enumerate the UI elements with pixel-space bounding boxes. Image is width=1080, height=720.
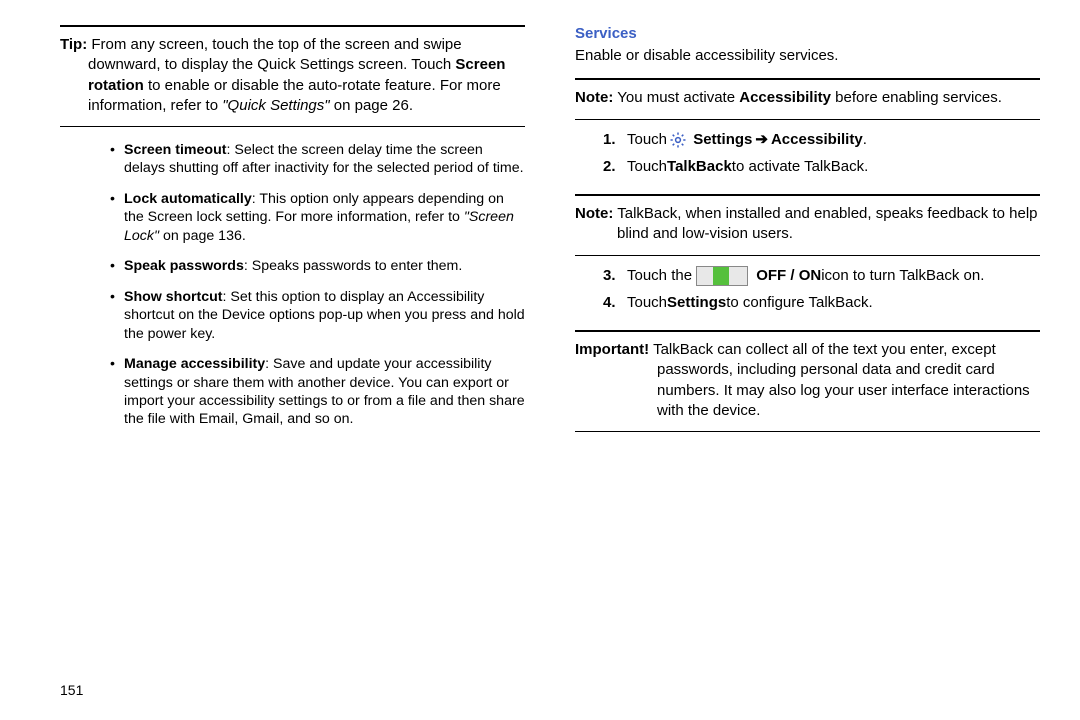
- step-number: 3.: [603, 266, 627, 286]
- step-tail: to configure TalkBack.: [726, 293, 872, 313]
- divider: [575, 255, 1040, 256]
- list-item: Screen timeout: Select the screen delay …: [110, 141, 525, 178]
- arrow-icon: ➔: [755, 130, 768, 150]
- bullet-bold: Manage accessibility: [124, 356, 265, 372]
- step-pre: Touch: [627, 130, 667, 150]
- step-tail: to activate TalkBack.: [732, 157, 868, 177]
- tip-block: Tip: From any screen, touch the top of t…: [60, 31, 525, 122]
- list-item: Lock automatically: This option only app…: [110, 190, 525, 245]
- step-pre: Touch: [627, 157, 667, 177]
- step-number: 4.: [603, 293, 627, 313]
- bullet-text: : Speaks passwords to enter them.: [244, 258, 462, 274]
- important-text: TalkBack can collect all of the text you…: [649, 341, 1030, 419]
- step-bold2: Accessibility: [771, 130, 863, 150]
- note-tail: before enabling services.: [831, 89, 1002, 106]
- list-item: 3. Touch the OFF / ON icon to turn TalkB…: [603, 266, 984, 286]
- note-label: Note:: [575, 89, 613, 106]
- tip-text1: From any screen, touch the top of the sc…: [87, 36, 461, 73]
- step-pre: Touch the: [627, 266, 692, 286]
- important-block: Important! TalkBack can collect all of t…: [575, 336, 1040, 427]
- note-bold: Accessibility: [739, 89, 831, 106]
- note-block: Note: You must activate Accessibility be…: [575, 84, 1040, 114]
- section-title: Services: [575, 25, 1040, 42]
- divider: [575, 330, 1040, 332]
- gear-icon: [669, 131, 687, 149]
- note-label: Note:: [575, 205, 613, 222]
- bullet-bold: Screen timeout: [124, 142, 227, 158]
- bullet-bold: Lock automatically: [124, 191, 252, 207]
- note-text: You must activate: [613, 89, 739, 106]
- tip-italic1: "Quick Settings": [222, 97, 329, 114]
- divider: [575, 431, 1040, 432]
- page-number: 151: [60, 682, 83, 698]
- step-bold1: Settings: [693, 130, 752, 150]
- bullet-bold: Speak passwords: [124, 258, 244, 274]
- list-item: Speak passwords: Speaks passwords to ent…: [110, 257, 525, 275]
- list-item: 4. Touch Settings to configure TalkBack.: [603, 293, 873, 313]
- note-text: TalkBack, when installed and enabled, sp…: [613, 205, 1037, 242]
- right-column: Services Enable or disable accessibility…: [575, 25, 1040, 441]
- bullet-list: Screen timeout: Select the screen delay …: [60, 141, 525, 429]
- step-number: 1.: [603, 130, 627, 150]
- list-item: 1. Touch Settings ➔ Accessibility.: [603, 130, 867, 150]
- step-bold: OFF / ON: [756, 266, 821, 286]
- tip-label: Tip:: [60, 36, 87, 53]
- note-block: Note: TalkBack, when installed and enabl…: [575, 200, 1040, 251]
- intro-text: Enable or disable accessibility services…: [575, 46, 1040, 66]
- step-bold: TalkBack: [667, 157, 732, 177]
- divider: [60, 126, 525, 127]
- step-bold: Settings: [667, 293, 726, 313]
- step-list: 1. Touch Settings ➔ Accessibility. 2. To…: [575, 130, 1040, 185]
- tip-text3: on page 26.: [330, 97, 413, 114]
- list-item: 2. Touch TalkBack to activate TalkBack.: [603, 157, 868, 177]
- step-tail: icon to turn TalkBack on.: [821, 266, 984, 286]
- bullet-tail: on page 136.: [159, 228, 246, 244]
- list-item: Manage accessibility: Save and update yo…: [110, 355, 525, 429]
- left-column: Tip: From any screen, touch the top of t…: [60, 25, 525, 441]
- divider: [575, 119, 1040, 120]
- bullet-bold: Show shortcut: [124, 289, 223, 305]
- divider: [575, 78, 1040, 80]
- toggle-icon: [696, 266, 748, 286]
- divider: [60, 25, 525, 27]
- step-pre: Touch: [627, 293, 667, 313]
- important-label: Important!: [575, 341, 649, 358]
- step-list: 3. Touch the OFF / ON icon to turn TalkB…: [575, 266, 1040, 321]
- list-item: Show shortcut: Set this option to displa…: [110, 288, 525, 343]
- step-number: 2.: [603, 157, 627, 177]
- divider: [575, 194, 1040, 196]
